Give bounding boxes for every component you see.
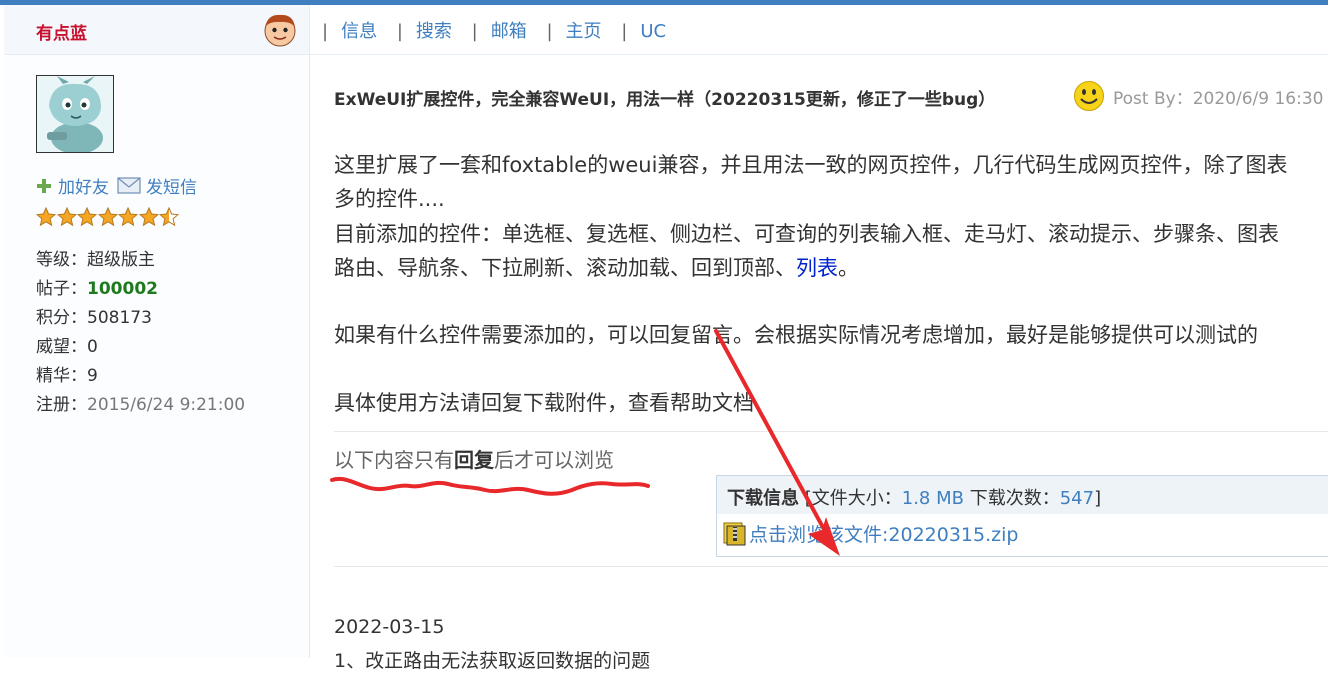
download-info-close: ] [1094,488,1102,509]
rating-star-icon [118,207,138,227]
rating-star-icon [97,207,118,227]
download-info: 下载信息 [文件大小：1.8 MB 下载次数：547] [727,484,1101,510]
post-line: 多的控件.... [334,187,445,211]
nav-item-homepage[interactable]: 主页 [566,21,602,42]
stat-label: 积分： [36,308,87,328]
user-actions: 加好友 发短信 [36,173,205,198]
stat-value: 2015/6/24 9:21:00 [87,395,246,415]
stat-posts: 帖子：100002 [36,275,245,304]
rating-stars [36,207,180,227]
stat-level: 等级：超级版主 [36,246,245,275]
file-download-link[interactable]: 点击浏览该文件:20220315.zip [749,520,1018,547]
user-panel-header: 有点蓝 [4,5,309,55]
nav-item-info[interactable]: 信息 [341,21,377,42]
content-divider [334,566,1328,567]
stat-value: 508173 [87,308,152,328]
user-face-icon [264,14,296,47]
stat-value: 100002 [87,279,158,299]
post-line: 这里扩展了一套和foxtable的weui兼容，并且用法一致的网页控件，几行代码… [334,153,1288,177]
reply-note-bold: 回复 [454,448,494,472]
post-line-usage: 具体使用方法请回复下载附件，查看帮助文档 [334,391,754,415]
post-line-request: 如果有什么控件需要添加的，可以回复留言。会根据实际情况考虑增加，最好是能够提供可… [334,323,1258,347]
stat-essence: 精华：9 [36,362,245,391]
reply-note-text: 后才可以浏览 [494,448,614,472]
stat-value: 0 [87,337,98,357]
nav-separator: | [471,21,478,42]
post-line: 目前添加的控件：单选框、复选框、侧边栏、可查询的列表输入框、走马灯、滚动提示、步… [334,222,1279,246]
rating-star-icon [36,207,56,227]
stat-label: 帖子： [36,279,87,299]
post-meta: Post By：2020/6/9 16:30 [1113,84,1323,109]
reply-note-text: 以下内容只有 [334,448,454,472]
rating-star-icon [77,207,97,227]
update-note: 1、改正路由无法获取返回数据的问题 [334,650,651,672]
content-divider [334,431,1328,432]
stat-label: 等级： [36,250,87,270]
rating-star-icon [138,207,159,227]
rating-star-icon [56,207,77,227]
user-nav: | 信息 | 搜索 | 邮箱 | 主页 | UC [322,17,680,43]
stat-label: 威望： [36,337,87,357]
user-stats: 等级：超级版主 帖子：100002 积分：508173 威望：0 精华：9 注册… [36,246,245,420]
smiley-icon [1074,81,1104,111]
file-size-label: [文件大小： [799,488,902,509]
nav-item-search[interactable]: 搜索 [416,21,452,42]
nav-separator: | [546,21,553,42]
add-friend-icon [37,178,51,193]
stat-points: 积分：508173 [36,304,245,333]
annotation-underline [330,477,650,496]
reply-required-note: 以下内容只有回复后才可以浏览 [334,444,614,473]
avatar-image [37,76,113,152]
file-size: 1.8 MB [901,488,964,509]
nav-separator: | [322,21,329,42]
add-friend-link[interactable]: 加好友 [58,173,109,198]
nav-item-uc[interactable]: UC [640,21,666,42]
nav-item-mailbox[interactable]: 邮箱 [491,21,527,42]
post-line-period: 。 [838,256,859,280]
stat-value: 超级版主 [87,250,155,270]
mail-icon [117,177,141,194]
stat-registered: 注册：2015/6/24 9:21:00 [36,391,245,420]
username-link[interactable]: 有点蓝 [36,19,87,44]
post-date: 2020/6/9 16:30 [1192,89,1324,109]
file-row: 点击浏览该文件:20220315.zip [721,520,1018,547]
user-avatar [36,75,114,153]
rating-star-icon [159,207,179,227]
zip-file-icon [723,522,746,545]
stat-label: 注册： [36,395,87,415]
download-box: 下载信息 [文件大小：1.8 MB 下载次数：547] 点击浏览该文件:2022… [716,475,1328,557]
post-line-text: 路由、导航条、下拉刷新、滚动加载、回到顶部、 [334,256,796,280]
post-title: ExWeUI扩展控件，完全兼容WeUI，用法一样（20220315更新，修正了一… [334,90,996,110]
nav-separator: | [621,21,628,42]
user-info-panel: 有点蓝 加好友 发短信 等级：超级版主 帖子：100002 积分：508173 … [4,5,310,658]
download-count-label: 下载次数： [963,488,1060,509]
download-label: 下载信息 [727,488,799,509]
nav-separator: | [396,21,403,42]
stat-value: 9 [87,366,98,386]
send-message-link[interactable]: 发短信 [146,173,197,198]
post-by-label: Post By： [1113,89,1193,109]
list-link[interactable]: 列表 [796,256,838,280]
stat-label: 精华： [36,366,87,386]
download-count: 547 [1059,488,1095,509]
nav-divider [310,54,1328,55]
post-line: 路由、导航条、下拉刷新、滚动加载、回到顶部、列表。 [334,251,859,285]
stat-prestige: 威望：0 [36,333,245,362]
update-date: 2022-03-15 [334,616,445,638]
download-header: 下载信息 [文件大小：1.8 MB 下载次数：547] [717,476,1328,514]
